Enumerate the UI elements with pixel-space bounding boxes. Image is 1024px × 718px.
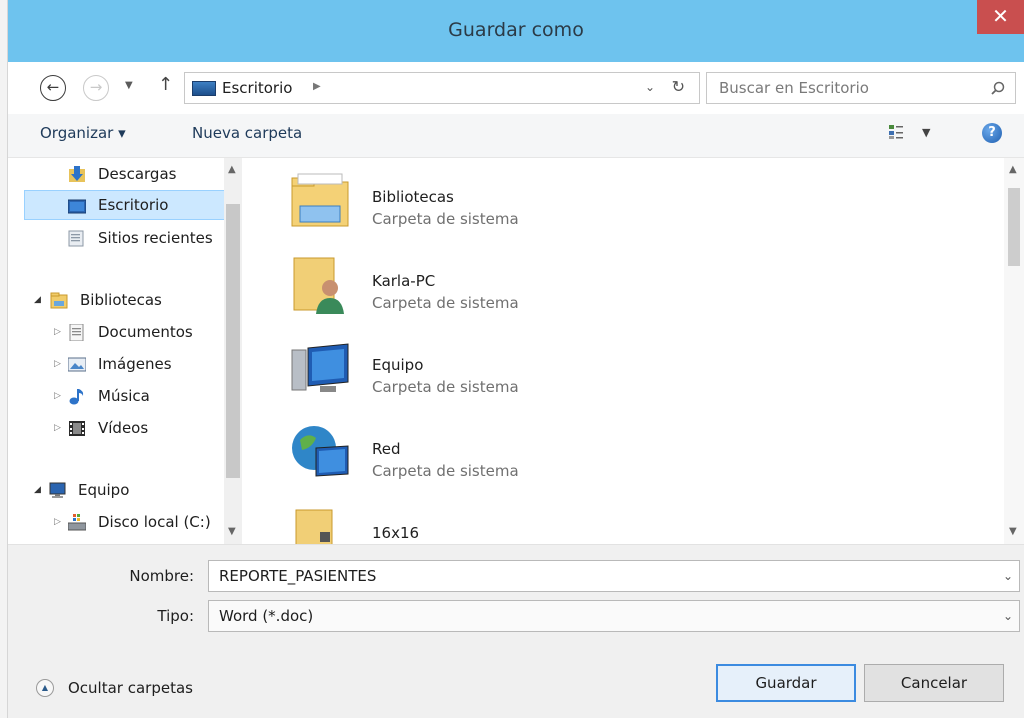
- folder-icon: [295, 509, 333, 544]
- breadcrumb-chevron-icon[interactable]: ▶: [313, 81, 321, 92]
- close-button[interactable]: ✕: [977, 0, 1024, 34]
- sidebar-item-desktop[interactable]: Escritorio: [24, 190, 236, 220]
- list-item[interactable]: Equipo Carpeta de sistema: [290, 338, 710, 412]
- music-icon: [69, 389, 84, 405]
- sidebar-item-local-disk[interactable]: ▷ Disco local (C:): [52, 508, 236, 536]
- item-name: 16x16: [372, 524, 420, 542]
- back-button[interactable]: ←: [40, 75, 66, 101]
- libraries-icon: [50, 292, 68, 309]
- list-item[interactable]: Karla-PC Carpeta de sistema: [290, 254, 710, 328]
- navigation-pane: Descargas Escritorio Sitios recientes ◢ …: [8, 158, 260, 544]
- file-list: Bibliotecas Carpeta de sistema Karla-PC …: [260, 158, 1004, 544]
- new-folder-button[interactable]: Nueva carpeta: [192, 124, 302, 142]
- user-folder-icon: [293, 257, 344, 314]
- desktop-icon: [68, 199, 86, 214]
- collapse-arrow-icon[interactable]: ◢: [34, 286, 41, 314]
- videos-icon: [69, 421, 85, 436]
- filename-label: Nombre:: [129, 567, 194, 585]
- expand-arrow-icon[interactable]: ▷: [54, 414, 61, 442]
- expand-arrow-icon[interactable]: ▷: [54, 508, 61, 536]
- filetype-label: Tipo:: [157, 607, 194, 625]
- collapse-up-icon[interactable]: ▲: [36, 679, 54, 697]
- computer-icon: [291, 343, 349, 392]
- chevron-down-icon[interactable]: ⌄: [1003, 609, 1013, 623]
- sidebar-item-videos[interactable]: ▷ Vídeos: [52, 414, 236, 442]
- search-icon[interactable]: [991, 81, 1005, 95]
- downloads-icon: [69, 166, 85, 182]
- title-bar[interactable]: Guardar como ✕: [8, 0, 1024, 62]
- item-type: Carpeta de sistema: [372, 462, 519, 480]
- item-type: Carpeta de sistema: [372, 294, 519, 312]
- address-row: ← → ▼ ↑ Escritorio ▶ ⌄ ↻ Buscar en Escri…: [8, 62, 1024, 114]
- scrollbar-thumb[interactable]: [226, 204, 240, 478]
- chevron-down-icon[interactable]: ⌄: [1003, 569, 1013, 583]
- forward-button[interactable]: →: [83, 75, 109, 101]
- hide-folders-button[interactable]: Ocultar carpetas: [68, 679, 193, 697]
- address-bar[interactable]: Escritorio ▶ ⌄ ↻: [184, 72, 700, 104]
- help-icon[interactable]: ?: [982, 123, 1002, 143]
- command-toolbar: Organizar ▾ Nueva carpeta ▼ ?: [8, 114, 1024, 158]
- sidebar-item-music[interactable]: ▷ Música: [52, 382, 236, 410]
- filename-field[interactable]: REPORTE_PASIENTES ⌄: [208, 560, 1020, 592]
- scroll-up-icon[interactable]: ▲: [228, 164, 236, 175]
- save-form: Nombre: REPORTE_PASIENTES ⌄ Tipo: Word (…: [8, 544, 1024, 718]
- navigation-scrollbar[interactable]: ▲ ▼: [224, 158, 242, 544]
- window-edge: [0, 0, 8, 718]
- recent-locations-dropdown[interactable]: ▼: [125, 80, 133, 91]
- filetype-value: Word (*.doc): [219, 607, 314, 625]
- search-input[interactable]: Buscar en Escritorio: [719, 79, 869, 97]
- close-icon: ✕: [992, 4, 1009, 28]
- scroll-up-icon[interactable]: ▲: [1009, 164, 1017, 175]
- cancel-button[interactable]: Cancelar: [864, 664, 1004, 702]
- sidebar-item-documents[interactable]: ▷ Documentos: [52, 318, 236, 346]
- item-name: Bibliotecas: [372, 188, 454, 206]
- expand-arrow-icon[interactable]: ▷: [54, 382, 61, 410]
- pictures-icon: [68, 357, 86, 372]
- network-icon: [292, 426, 349, 477]
- search-box[interactable]: Buscar en Escritorio: [706, 72, 1016, 104]
- up-button[interactable]: ↑: [158, 74, 173, 95]
- sidebar-item-libraries[interactable]: ◢ Bibliotecas: [32, 286, 236, 314]
- list-item[interactable]: Bibliotecas Carpeta de sistema: [290, 170, 710, 244]
- list-item[interactable]: Red Carpeta de sistema: [290, 422, 710, 496]
- collapse-arrow-icon[interactable]: ◢: [34, 476, 41, 504]
- address-path[interactable]: Escritorio: [222, 79, 292, 97]
- item-name: Equipo: [372, 356, 424, 374]
- item-name: Karla-PC: [372, 272, 436, 290]
- back-arrow-icon: ←: [46, 78, 60, 96]
- forward-arrow-icon: →: [89, 78, 103, 96]
- filetype-select[interactable]: Word (*.doc) ⌄: [208, 600, 1020, 632]
- local-disk-icon: [68, 514, 86, 531]
- libraries-folder-icon: [291, 173, 349, 227]
- organize-button[interactable]: Organizar ▾: [40, 124, 126, 142]
- list-item[interactable]: 16x16: [290, 506, 710, 544]
- computer-icon: [49, 482, 66, 498]
- sidebar-item-downloads[interactable]: Descargas: [66, 160, 236, 188]
- filename-input[interactable]: REPORTE_PASIENTES: [219, 567, 376, 585]
- save-button[interactable]: Guardar: [716, 664, 856, 702]
- desktop-icon: [192, 81, 216, 96]
- scroll-down-icon[interactable]: ▼: [228, 526, 236, 537]
- item-name: Red: [372, 440, 401, 458]
- refresh-icon[interactable]: ↻: [672, 77, 685, 96]
- sidebar-item-computer[interactable]: ◢ Equipo: [32, 476, 236, 504]
- view-options-dropdown[interactable]: ▼: [922, 126, 930, 139]
- address-history-dropdown[interactable]: ⌄: [645, 80, 655, 94]
- file-list-scrollbar[interactable]: ▲ ▼: [1004, 158, 1024, 544]
- sidebar-item-recent-places[interactable]: Sitios recientes: [66, 224, 236, 252]
- expand-arrow-icon[interactable]: ▷: [54, 318, 61, 346]
- sidebar-item-pictures[interactable]: ▷ Imágenes: [52, 350, 236, 378]
- scrollbar-thumb[interactable]: [1008, 188, 1020, 266]
- documents-icon: [69, 324, 84, 341]
- up-arrow-icon: ↑: [158, 74, 174, 95]
- scroll-down-icon[interactable]: ▼: [1009, 526, 1017, 537]
- item-type: Carpeta de sistema: [372, 378, 519, 396]
- window-title: Guardar como: [448, 19, 584, 41]
- change-view-icon[interactable]: [888, 124, 904, 140]
- expand-arrow-icon[interactable]: ▷: [54, 350, 61, 378]
- recent-places-icon: [68, 230, 84, 247]
- item-type: Carpeta de sistema: [372, 210, 519, 228]
